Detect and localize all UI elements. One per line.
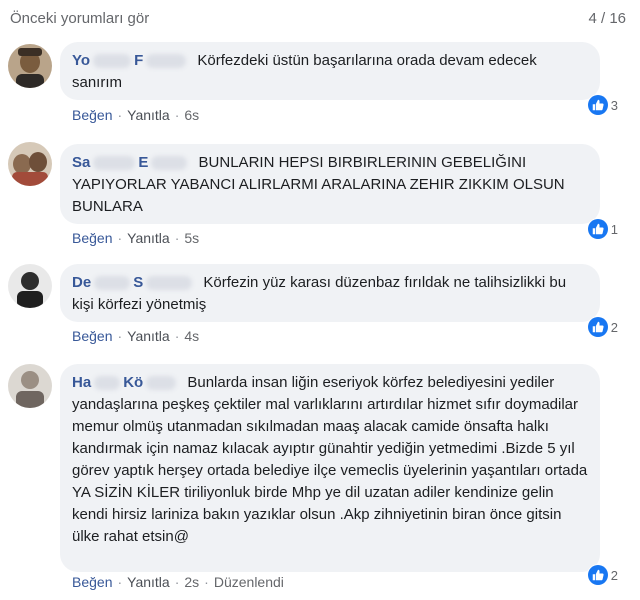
like-button[interactable]: Beğen <box>72 230 112 246</box>
avatar[interactable] <box>8 44 52 88</box>
edited-label[interactable]: Düzenlendi <box>214 574 284 590</box>
comment-actions: Beğen · Yanıtla · 5s <box>72 230 200 246</box>
reaction-count[interactable]: 3 <box>586 94 622 116</box>
comment-actions: Beğen · Yanıtla · 2s · Düzenlendi <box>72 574 284 590</box>
thumbs-up-icon <box>587 219 608 239</box>
comment-author[interactable]: Ha Kö <box>72 374 179 391</box>
like-button[interactable]: Beğen <box>72 107 112 123</box>
avatar[interactable] <box>8 142 52 186</box>
reply-button[interactable]: Yanıtla <box>127 230 170 246</box>
comments-header: Önceki yorumları gör 4 / 16 <box>0 0 640 40</box>
comment-author[interactable]: Yo F <box>72 52 189 69</box>
reply-button[interactable]: Yanıtla <box>127 107 170 123</box>
avatar[interactable] <box>8 364 52 408</box>
comment-actions: Beğen · Yanıtla · 4s <box>72 328 200 344</box>
avatar[interactable] <box>8 264 52 308</box>
thumbs-up-icon <box>587 95 608 115</box>
thumbs-up-icon <box>587 565 608 585</box>
like-button[interactable]: Beğen <box>72 328 112 344</box>
comment-timestamp[interactable]: 5s <box>184 230 199 246</box>
comment-bubble: Sa E BUNLARIN HEPSI BIRBIRLERININ GEBELIĞ… <box>60 144 600 224</box>
view-previous-comments-link[interactable]: Önceki yorumları gör <box>10 10 149 27</box>
reply-button[interactable]: Yanıtla <box>127 574 170 590</box>
thumbs-up-icon <box>587 317 608 337</box>
comment-count: 4 / 16 <box>588 10 626 27</box>
comment-author[interactable]: De S <box>72 274 195 291</box>
comment-bubble: Yo F Körfezdeki üstün başarılarına orada … <box>60 42 600 100</box>
comment-timestamp[interactable]: 2s <box>184 574 199 590</box>
like-button[interactable]: Beğen <box>72 574 112 590</box>
comment-text: Bunlarda insan liğin eseriyok körfez bel… <box>72 374 588 545</box>
reaction-count[interactable]: 2 <box>586 564 622 586</box>
comment-timestamp[interactable]: 4s <box>184 328 199 344</box>
reaction-count[interactable]: 2 <box>586 316 622 338</box>
comment-actions: Beğen · Yanıtla · 6s <box>72 107 200 123</box>
reply-button[interactable]: Yanıtla <box>127 328 170 344</box>
comment-bubble: De S Körfezin yüz karası düzenbaz fırılda… <box>60 264 600 322</box>
comment-bubble: Ha Kö Bunlarda insan liğin eseriyok körfe… <box>60 364 600 572</box>
reaction-count[interactable]: 1 <box>586 218 622 240</box>
comment-author[interactable]: Sa E <box>72 154 190 171</box>
comment-timestamp[interactable]: 6s <box>184 107 199 123</box>
